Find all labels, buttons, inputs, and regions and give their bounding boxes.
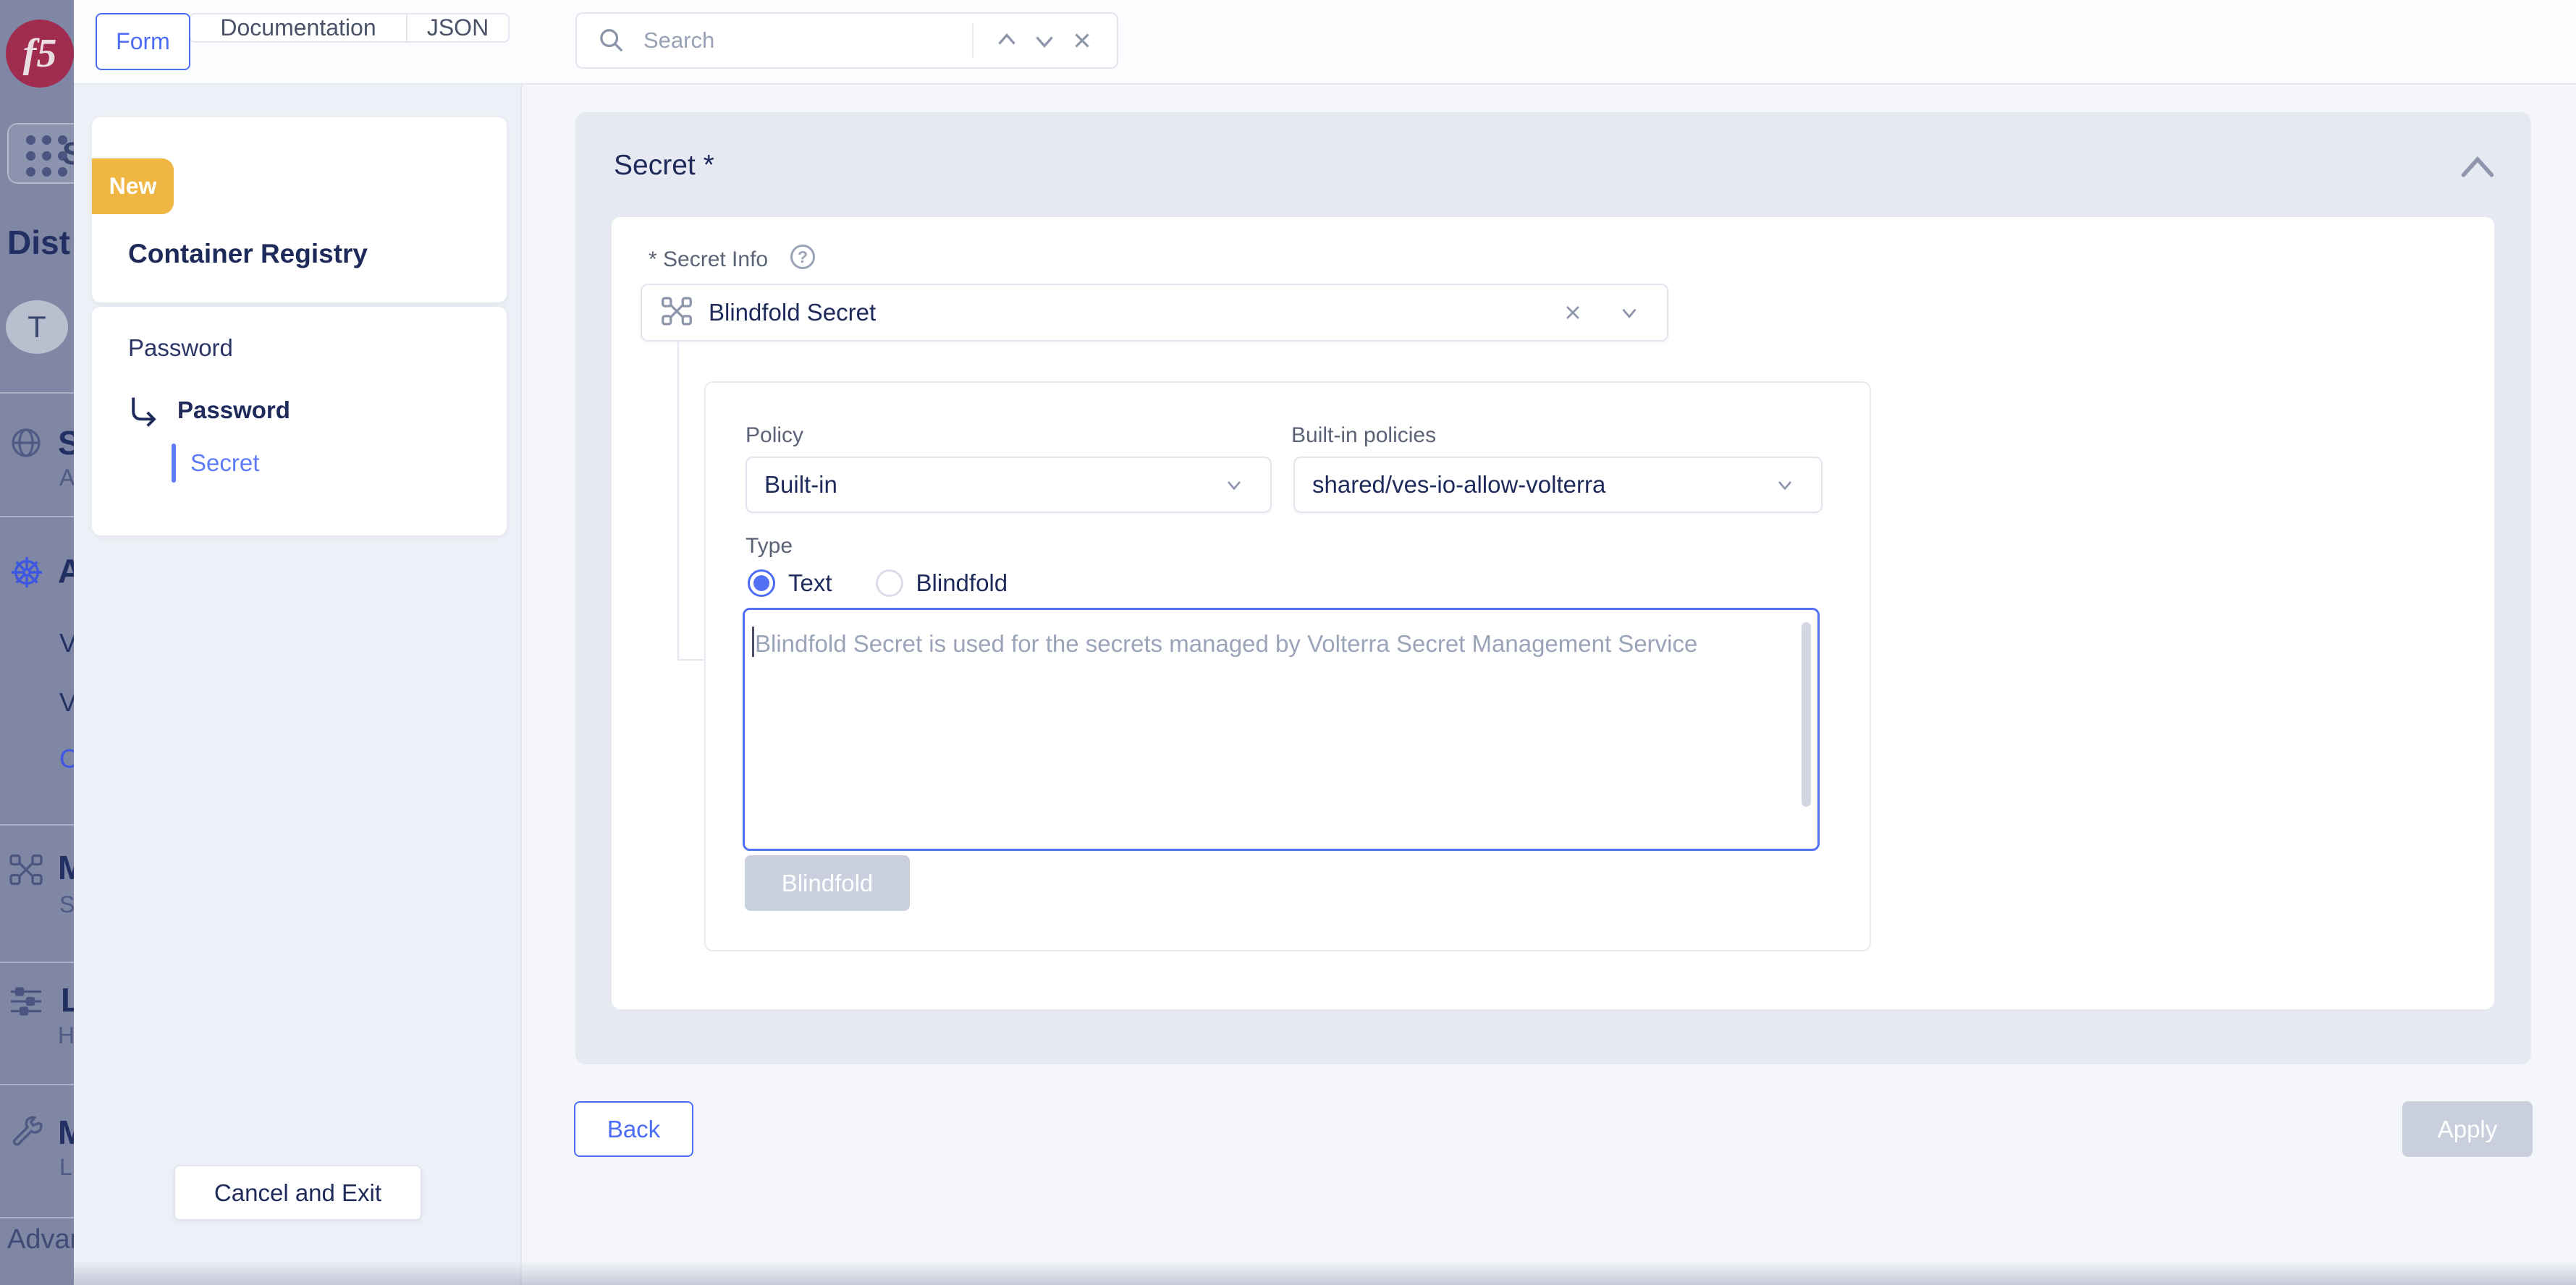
policy-value: Built-in — [764, 471, 837, 499]
radio-text-label[interactable]: Text — [788, 569, 832, 597]
form-main-area: Secret * * Secret Info ? — [522, 85, 2576, 1285]
type-radio-group: Text Blindfold — [748, 564, 1008, 602]
apply-button[interactable]: Apply — [2402, 1101, 2533, 1157]
search-bar[interactable]: Search — [575, 12, 1118, 69]
wizard-title-card: New Container Registry — [92, 117, 507, 302]
substep-arrow-icon — [127, 395, 160, 432]
rail-item-sub: H — [58, 1022, 74, 1049]
search-clear-button[interactable] — [1063, 22, 1101, 59]
builtin-policies-select[interactable]: shared/ves-io-allow-volterra — [1293, 457, 1823, 513]
rail-heading-partial: Dist — [7, 223, 70, 262]
chevron-down-icon — [1766, 466, 1804, 504]
wizard-nav-column: New Container Registry Password Password… — [74, 85, 522, 1285]
tab-form[interactable]: Form — [96, 13, 190, 70]
rail-divider — [0, 962, 74, 963]
nest-connector-vertical — [677, 342, 679, 661]
rail-divider — [0, 392, 74, 394]
secret-section-title: Secret * — [614, 150, 714, 182]
rail-item-label: A — [58, 551, 74, 590]
rail-item-label: S — [58, 423, 74, 462]
builtin-policies-value: shared/ves-io-allow-volterra — [1312, 471, 1605, 499]
chevron-down-icon — [1215, 466, 1253, 504]
secret-info-select[interactable]: Blindfold Secret — [641, 284, 1668, 342]
tab-documentation[interactable]: Documentation — [190, 14, 406, 41]
blindfold-secret-card: Policy Built-in policies Built-in shared… — [704, 381, 1871, 951]
mesh-icon — [9, 852, 43, 891]
textarea-scrollbar[interactable] — [1802, 622, 1811, 807]
radio-blindfold[interactable] — [876, 569, 903, 597]
rail-divider — [0, 516, 74, 517]
search-next-button[interactable] — [1026, 22, 1063, 59]
secret-textarea-wrapper — [743, 608, 1820, 851]
globe-icon — [9, 425, 43, 464]
secret-info-card: * Secret Info ? Blindfold Secret — [612, 217, 2494, 1009]
rail-item-label: M — [58, 1113, 74, 1152]
search-prev-button[interactable] — [988, 22, 1026, 59]
info-help-icon[interactable]: ? — [790, 245, 815, 269]
builtin-policies-label: Built-in policies — [1291, 423, 1436, 448]
nest-connector-horizontal — [677, 659, 704, 661]
rail-divider — [0, 1084, 74, 1085]
rail-item-label: V — [59, 628, 74, 658]
f5-logo-text: f5 — [23, 30, 57, 77]
text-caret — [752, 627, 754, 657]
search-icon — [593, 22, 630, 59]
rail-item-sub: L — [59, 1154, 72, 1181]
search-input[interactable]: Search — [643, 27, 958, 54]
wizard-group-label: Password — [128, 334, 233, 362]
wizard-step-password[interactable]: Password — [177, 396, 290, 424]
rail-item-label: L — [61, 980, 74, 1019]
rail-item-label: C — [59, 744, 74, 774]
secret-section-panel: Secret * * Secret Info ? — [575, 112, 2531, 1064]
wizard-steps-card: Password Password Secret — [92, 307, 507, 535]
rail-item-sub: A — [59, 465, 74, 491]
cancel-and-exit-button[interactable]: Cancel and Exit — [174, 1165, 422, 1221]
search-divider — [972, 23, 974, 58]
rail-item-label: M — [58, 848, 74, 887]
tab-json[interactable]: JSON — [406, 14, 508, 41]
rail-item-label: V — [59, 687, 74, 718]
rail-divider — [0, 1217, 74, 1218]
namespace-avatar: T — [6, 300, 68, 354]
f5-logo: f5 — [6, 20, 74, 88]
new-badge: New — [92, 158, 174, 214]
active-step-indicator — [172, 444, 176, 483]
radio-text[interactable] — [748, 569, 775, 597]
rail-divider — [0, 824, 74, 826]
wrench-icon — [10, 1114, 43, 1151]
wizard-step-secret[interactable]: Secret — [190, 449, 259, 477]
secret-textarea[interactable] — [743, 608, 1820, 851]
secret-info-label: * Secret Info — [649, 247, 768, 272]
secret-info-value: Blindfold Secret — [709, 299, 876, 326]
background-app-rail: f5 S Dist T S A A V V C M S — [0, 0, 74, 1285]
clear-selection-icon[interactable] — [1554, 294, 1592, 331]
sliders-icon — [9, 984, 43, 1022]
policy-label: Policy — [746, 423, 803, 448]
helm-wheel-icon — [10, 556, 43, 593]
form-slideover-panel: Form Documentation JSON Search — [74, 0, 2576, 1285]
chevron-down-icon[interactable] — [1610, 294, 1648, 331]
wizard-title: Container Registry — [128, 239, 368, 269]
type-label: Type — [746, 534, 793, 559]
tab-group: Documentation JSON — [189, 13, 510, 43]
back-button[interactable]: Back — [574, 1101, 693, 1157]
mesh-icon — [661, 295, 693, 331]
grid-icon — [26, 135, 67, 177]
panel-topbar: Form Documentation JSON Search — [74, 0, 2576, 85]
rail-item-sub: S — [59, 891, 74, 918]
radio-blindfold-label[interactable]: Blindfold — [916, 569, 1008, 597]
required-mark: * — [704, 150, 714, 181]
policy-select[interactable]: Built-in — [746, 457, 1272, 513]
rail-footer-partial: Advan — [7, 1224, 74, 1255]
blindfold-button[interactable]: Blindfold — [745, 855, 910, 911]
collapse-section-button[interactable] — [2456, 150, 2499, 185]
rail-partial-text: S — [62, 136, 74, 172]
